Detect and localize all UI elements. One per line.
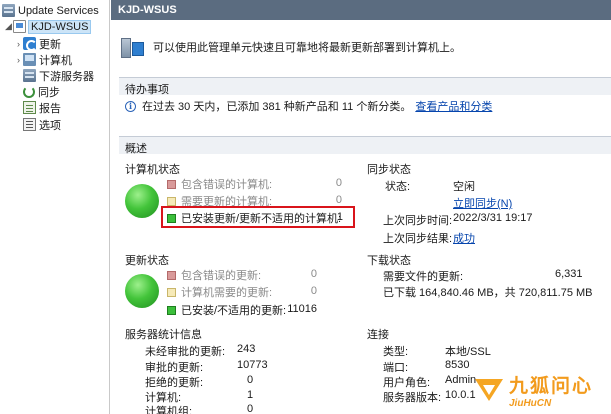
updates-installed-label: 已安装/不适用的更新: <box>181 305 287 317</box>
last-sync-result-label: 上次同步结果: <box>383 233 453 245</box>
computer-groups-value: 0 <box>247 403 254 414</box>
watermark-text: 九狐问心 <box>509 375 594 397</box>
needs-update-status-icon <box>167 287 176 297</box>
info-icon: i <box>125 100 136 112</box>
watermark: 九狐问心 JiuHuCN <box>475 366 611 414</box>
computers-with-errors-value: 0 <box>335 177 342 189</box>
tree-server-label: KJD-WSUS <box>27 19 92 34</box>
pending-notice: i 在过去 30 天内，已添加 381 种新产品和 11 个新分类。 查看产品和… <box>125 98 492 114</box>
computers-with-errors-row: 包含错误的计算机: <box>167 177 272 191</box>
last-sync-time-value: 2022/3/31 19:17 <box>453 212 533 224</box>
main-pane: KJD-WSUS 可以使用此管理单元快速且可靠地将最新更新部署到计算机上。 待办… <box>111 0 611 414</box>
computers-with-errors-label: 包含错误的计算机: <box>181 179 273 191</box>
download-status-title: 下载状态 <box>367 255 411 267</box>
installed-status-icon <box>167 305 176 315</box>
tree-item-label: 更新 <box>39 38 61 51</box>
needs-update-status-icon <box>167 196 176 206</box>
user-role-label: 用户角色: <box>383 377 431 389</box>
server-icon <box>23 69 36 82</box>
tree-item-label: 计算机 <box>39 54 72 67</box>
tree-root-update-services[interactable]: Update Services <box>2 2 99 19</box>
error-status-icon <box>167 270 176 280</box>
approved-updates-value: 10773 <box>237 359 268 371</box>
unapproved-updates-value: 243 <box>237 343 256 355</box>
page-title: KJD-WSUS <box>111 0 611 20</box>
tree-item-label: 选项 <box>39 119 61 132</box>
tree-item-reports[interactable]: 报告 <box>23 99 61 116</box>
computer-status-title: 计算机状态 <box>125 164 180 176</box>
updates-installed-row: 已安装/不适用的更新: <box>167 303 286 317</box>
server-version-value: 10.0.1 <box>445 389 476 401</box>
tree-item-label: 同步 <box>38 86 60 99</box>
tree-item-sync[interactable]: 同步 <box>23 83 60 100</box>
expand-arrow-icon[interactable]: › <box>14 55 23 65</box>
connection-title: 连接 <box>367 329 389 341</box>
error-status-icon <box>167 179 176 189</box>
computer-groups-label: 计算机组: <box>145 406 193 414</box>
expand-arrow-icon[interactable]: › <box>14 39 23 49</box>
updates-needing-files-label: 需要文件的更新: <box>383 271 464 283</box>
updates-needed-row: 计算机需要的更新: <box>167 285 272 299</box>
intro-banner: 可以使用此管理单元快速且可靠地将最新更新部署到计算机上。 <box>119 27 609 67</box>
tree-item-computers[interactable]: › 计算机 <box>14 51 72 68</box>
server-version-label: 服务器版本: <box>383 392 442 404</box>
updates-needed-value: 0 <box>310 285 317 297</box>
tree-item-downstream-servers[interactable]: 下游服务器 <box>23 67 94 84</box>
pending-section-header: 待办事项 <box>119 77 611 96</box>
server-stats-title: 服务器统计信息 <box>125 329 202 341</box>
declined-updates-label: 拒绝的更新: <box>145 377 204 389</box>
updates-needed-label: 计算机需要的更新: <box>181 287 273 299</box>
updates-needing-files-value: 6,331 <box>555 268 583 280</box>
approved-updates-label: 审批的更新: <box>145 362 204 374</box>
tree-item-options[interactable]: 选项 <box>23 116 61 133</box>
view-products-link[interactable]: 查看产品和分类 <box>415 98 492 114</box>
update-services-icon <box>2 4 15 17</box>
report-icon <box>23 101 36 114</box>
computer-status-globe-icon <box>125 184 159 218</box>
sync-icon <box>23 85 35 98</box>
sync-status-title: 同步状态 <box>367 164 411 176</box>
update-status-title: 更新状态 <box>125 255 169 267</box>
red-highlight-box <box>161 206 355 228</box>
updates-with-errors-label: 包含错误的更新: <box>181 270 262 282</box>
wsus-console-icon <box>119 34 145 60</box>
server-node-icon <box>13 20 26 33</box>
collapse-arrow-icon[interactable]: ◢ <box>4 21 13 32</box>
watermark-subtext: JiuHuCN <box>509 398 552 409</box>
declined-updates-value: 0 <box>247 374 254 386</box>
tree-item-updates[interactable]: › 更新 <box>14 35 61 52</box>
last-sync-result-link[interactable]: 成功 <box>453 230 475 246</box>
tree-item-label: 报告 <box>39 102 61 115</box>
computer-icon <box>23 53 36 66</box>
user-role-value: Admin <box>445 374 477 386</box>
sync-now-link[interactable]: 立即同步(N) <box>453 195 512 211</box>
options-icon <box>23 118 36 131</box>
last-sync-time-label: 上次同步时间: <box>383 215 453 227</box>
connection-type-value: 本地/SSL <box>445 346 491 358</box>
computers-needing-updates-value: 0 <box>335 194 342 206</box>
computers-count-value: 1 <box>247 389 254 401</box>
overview-section-header: 概述 <box>119 136 611 155</box>
updates-installed-value: 11016 <box>287 303 317 315</box>
sync-state-label: 状态: <box>385 181 411 193</box>
intro-text: 可以使用此管理单元快速且可靠地将最新更新部署到计算机上。 <box>153 42 461 54</box>
tree-item-server[interactable]: ◢ KJD-WSUS <box>4 18 92 35</box>
connection-type-label: 类型: <box>383 346 409 358</box>
fox-logo-icon <box>475 375 503 405</box>
navigation-tree: Update Services ◢ KJD-WSUS › 更新 › 计算机 下游… <box>0 0 110 414</box>
update-status-globe-icon <box>125 274 159 308</box>
connection-port-label: 端口: <box>383 362 409 374</box>
update-icon <box>23 37 37 51</box>
updates-with-errors-value: 0 <box>310 268 317 280</box>
sync-state-value: 空闲 <box>453 181 475 193</box>
tree-root-label: Update Services <box>18 4 99 17</box>
downloaded-progress-text: 已下载 164,840.46 MB，共 720,811.75 MB <box>383 287 593 299</box>
updates-with-errors-row: 包含错误的更新: <box>167 268 261 282</box>
pending-text: 在过去 30 天内，已添加 381 种新产品和 11 个新分类。 <box>142 101 412 113</box>
unapproved-updates-label: 未经审批的更新: <box>145 346 226 358</box>
tree-item-label: 下游服务器 <box>39 70 94 83</box>
connection-port-value: 8530 <box>445 359 470 371</box>
